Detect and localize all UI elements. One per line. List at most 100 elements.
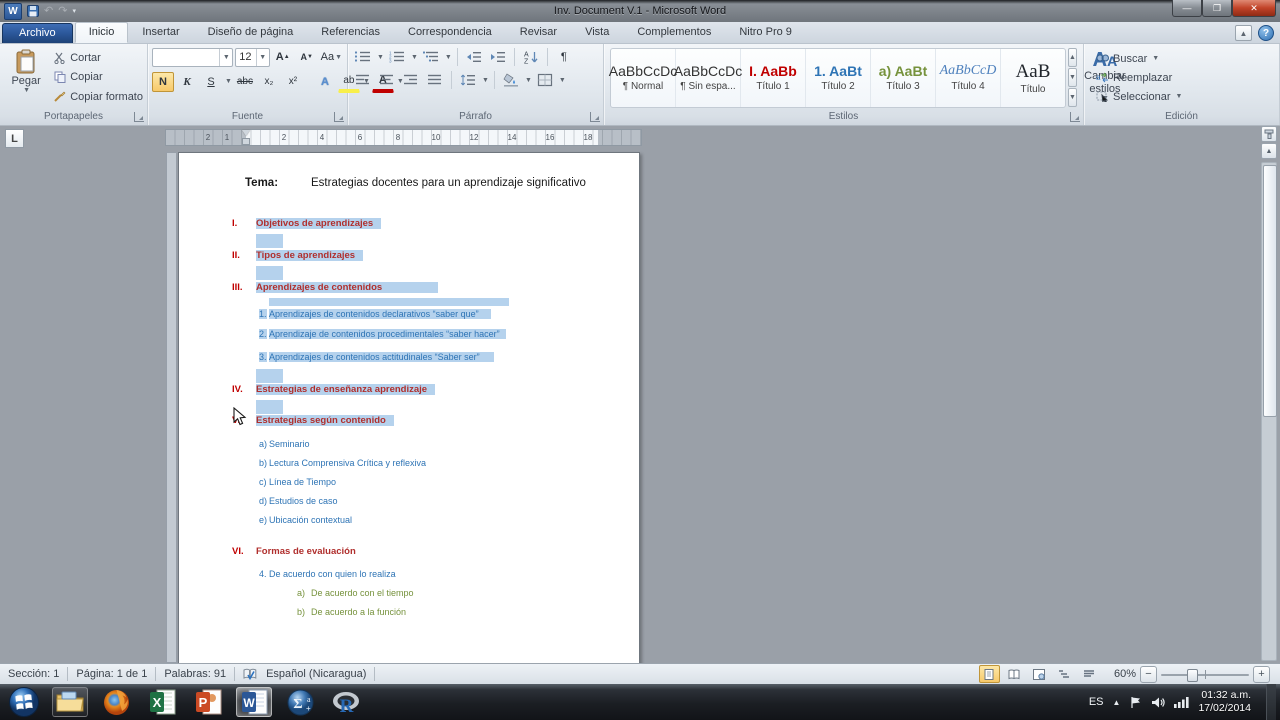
format-painter-button[interactable]: Copiar formato [54,88,143,105]
outline-item[interactable]: 1.Aprendizajes de contenidos declarativo… [179,308,639,323]
outline-item[interactable]: V.Estrategias según contenido [179,414,639,430]
italic-button[interactable]: K [176,72,198,92]
increase-indent-button[interactable] [487,47,509,67]
word-count[interactable]: Palabras: 91 [164,668,226,680]
taskbar-word-icon[interactable]: W [236,687,272,717]
style-t-tulo-3[interactable]: a) AaBtTítulo 3 [871,49,936,107]
show-hidden-icons-icon[interactable]: ▲ [1113,698,1121,707]
horizontal-ruler[interactable]: 2124681012141618 [165,129,642,146]
underline-button[interactable]: S [200,72,222,92]
document-page[interactable]: Tema: Estrategias docentes para un apren… [178,152,640,663]
first-line-indent-marker[interactable] [242,130,250,136]
taskbar-clock[interactable]: 01:32 a.m. 17/02/2014 [1198,689,1257,715]
outline-item[interactable]: 2.Aprendizaje de contenidos procedimenta… [179,328,639,343]
ruler-toggle-icon[interactable] [1261,126,1277,142]
minimize-ribbon-icon[interactable]: ▲ [1235,25,1252,41]
outline-item[interactable]: 4.De acuerdo con quien lo realiza [179,568,639,583]
tab-stop-selector[interactable]: L [5,129,24,148]
tab-nitro-pro-9[interactable]: Nitro Pro 9 [725,22,806,43]
strikethrough-button[interactable]: abc [234,72,256,92]
scrollbar-thumb[interactable] [1263,165,1277,417]
align-center-button[interactable] [376,70,398,90]
outline-item[interactable]: c)Línea de Tiempo [179,476,639,491]
draft-view-icon[interactable] [1079,665,1100,683]
paste-dropdown-icon[interactable]: ▼ [23,87,30,94]
bullets-button[interactable] [352,47,374,67]
outline-item[interactable]: a)Seminario [179,438,639,453]
select-button[interactable]: Seleccionar▼ [1096,88,1273,105]
style-sin-espa[interactable]: AaBbCcDc¶ Sin espa... [676,49,741,107]
underline-dropdown-icon[interactable]: ▼ [225,78,232,85]
scrollbar-track[interactable] [1261,162,1277,661]
language-indicator[interactable]: Español (Nicaragua) [266,668,366,680]
tab-referencias[interactable]: Referencias [307,22,394,43]
style-t-tulo[interactable]: AaBTítulo [1001,49,1065,107]
page-indicator[interactable]: Página: 1 de 1 [76,668,147,680]
action-center-icon[interactable] [1129,696,1142,709]
font-dialog-launcher-icon[interactable] [334,112,344,122]
outline-item[interactable]: VI.Formas de evaluación [179,545,639,561]
scroll-up-icon[interactable]: ▲ [1261,143,1277,159]
change-case-button[interactable]: Aa▼ [320,47,343,67]
outline-item[interactable]: 3.Aprendizajes de contenidos actitudinal… [179,351,639,366]
clipboard-dialog-launcher-icon[interactable] [134,112,144,122]
print-layout-view-icon[interactable] [979,665,1000,683]
styles-scroll-up-icon[interactable]: ▲ [1068,48,1077,67]
bold-button[interactable]: N [152,72,174,92]
tab-dise-o-de-p-gina[interactable]: Diseño de página [194,22,308,43]
close-button[interactable]: ✕ [1232,0,1276,17]
taskbar-r-icon[interactable]: R [328,687,364,717]
outline-item[interactable]: d)Estudios de caso [179,495,639,510]
outline-item[interactable]: e)Ubicación contextual [179,514,639,529]
grow-font-button[interactable]: A▲ [272,47,294,67]
language-bar[interactable]: ES [1089,696,1104,708]
fullscreen-reading-view-icon[interactable] [1004,665,1025,683]
tab-insertar[interactable]: Insertar [128,22,193,43]
align-left-button[interactable] [352,70,374,90]
taskbar-start-button[interactable] [6,687,42,717]
multilevel-list-button[interactable] [420,47,442,67]
style-normal[interactable]: AaBbCcDc¶ Normal [611,49,676,107]
show-desktop-button[interactable] [1266,684,1276,720]
line-spacing-button[interactable] [457,70,479,90]
spellcheck-icon[interactable] [243,668,258,681]
maximize-button[interactable]: ❐ [1202,0,1232,17]
outline-view-icon[interactable] [1054,665,1075,683]
network-icon[interactable] [1174,696,1189,708]
tab-inicio[interactable]: Inicio [75,22,129,43]
styles-scroll-down-icon[interactable]: ▼ [1068,68,1077,87]
vertical-ruler[interactable] [166,152,177,663]
taskbar-excel-icon[interactable]: X [144,687,180,717]
justify-button[interactable] [424,70,446,90]
text-effects-button[interactable]: A [314,72,336,92]
taskbar-spss-icon[interactable]: Σa+ [282,687,318,717]
font-size-combo[interactable]: 12 ▼ [235,48,269,67]
section-indicator[interactable]: Sección: 1 [8,668,59,680]
outline-item[interactable]: b)Lectura Comprensiva Crítica y reflexiv… [179,457,639,472]
vertical-scrollbar[interactable]: ▲ [1261,126,1278,663]
copy-button[interactable]: Copiar [54,69,143,86]
zoom-out-button[interactable]: − [1140,666,1157,683]
outline-item[interactable]: IV.Estrategias de enseñanza aprendizaje [179,383,639,399]
styles-dialog-launcher-icon[interactable] [1070,112,1080,122]
style-t-tulo-4[interactable]: AaBbCcDTítulo 4 [936,49,1001,107]
tab-complementos[interactable]: Complementos [623,22,725,43]
show-marks-button[interactable]: ¶ [553,47,575,67]
cut-button[interactable]: Cortar [54,49,143,66]
tab-vista[interactable]: Vista [571,22,623,43]
borders-button[interactable] [534,70,556,90]
paragraph-dialog-launcher-icon[interactable] [590,112,600,122]
outline-item[interactable]: III.Aprendizajes de contenidos [179,281,639,297]
tab-archivo[interactable]: Archivo [2,23,73,43]
font-size-dropdown-icon[interactable]: ▼ [256,49,269,66]
superscript-button[interactable]: x² [282,72,304,92]
zoom-slider-thumb[interactable] [1187,669,1198,682]
style-t-tulo-1[interactable]: I. AaBbTítulo 1 [741,49,806,107]
taskbar-firefox-icon[interactable] [98,687,134,717]
subscript-button[interactable]: x₂ [258,72,280,92]
paste-button[interactable]: Pegar ▼ [4,47,48,109]
style-t-tulo-2[interactable]: 1. AaBtTítulo 2 [806,49,871,107]
zoom-in-button[interactable]: + [1253,666,1270,683]
taskbar-powerpoint-icon[interactable]: P [190,687,226,717]
align-right-button[interactable] [400,70,422,90]
